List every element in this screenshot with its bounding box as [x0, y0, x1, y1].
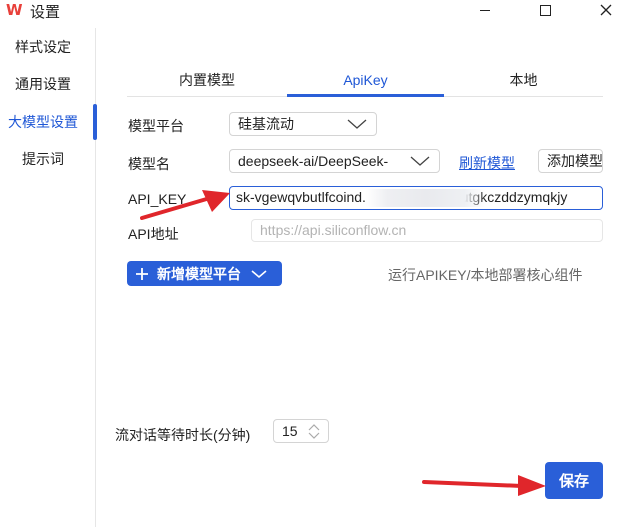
api-key-label: API_KEY	[128, 191, 187, 207]
save-button[interactable]: 保存	[545, 462, 603, 499]
sidebar-item-label: 提示词	[22, 151, 64, 167]
chevron-down-icon	[410, 156, 430, 166]
sidebar: 样式设定 通用设置 大模型设置 提示词	[0, 28, 97, 527]
minimize-icon	[480, 9, 490, 11]
tab-apikey[interactable]: ApiKey	[287, 62, 444, 97]
platform-select-value: 硅基流动	[238, 116, 294, 132]
wait-duration-stepper[interactable]: 15	[273, 419, 329, 443]
sidebar-item-label: 样式设定	[15, 39, 71, 55]
add-model-button[interactable]: 添加模型	[538, 149, 603, 173]
tab-local[interactable]: 本地	[444, 62, 603, 97]
sidebar-item-llm[interactable]: 大模型设置	[0, 104, 97, 140]
minimize-button[interactable]	[465, 0, 505, 20]
sidebar-item-general[interactable]: 通用设置	[0, 66, 96, 102]
title-bar: W 设置	[0, 0, 633, 22]
close-button[interactable]	[586, 0, 626, 20]
model-name-value: deepseek-ai/DeepSeek-	[238, 153, 389, 169]
wait-duration-value: 15	[282, 423, 298, 439]
platform-label: 模型平台	[128, 118, 184, 134]
api-url-label: API地址	[128, 226, 179, 242]
chevron-down-icon	[251, 269, 267, 278]
refresh-models-link[interactable]: 刷新模型	[459, 153, 515, 173]
core-component-hint: 运行APIKEY/本地部署核心组件	[388, 267, 583, 283]
model-name-label: 模型名	[128, 156, 170, 172]
sidebar-item-label: 大模型设置	[8, 114, 78, 130]
add-platform-button[interactable]: 新增模型平台	[127, 261, 282, 286]
tab-builtin-model[interactable]: 内置模型	[127, 62, 287, 97]
window-title: 设置	[30, 4, 61, 21]
redaction-blur	[366, 189, 486, 207]
sidebar-item-prompts[interactable]: 提示词	[0, 141, 96, 177]
sidebar-item-label: 通用设置	[15, 76, 71, 92]
api-key-value-start: sk-vgewqvbutlfcoind.	[236, 189, 366, 205]
chevron-down-icon	[347, 119, 367, 129]
sidebar-item-style[interactable]: 样式设定	[0, 29, 96, 65]
plus-icon	[136, 267, 148, 280]
maximize-button[interactable]	[525, 0, 565, 20]
model-name-select[interactable]: deepseek-ai/DeepSeek-	[229, 149, 440, 173]
close-icon	[600, 4, 612, 16]
api-key-input[interactable]: sk-vgewqvbutlfcoind. ozzsutgkczddzymqkjy	[229, 186, 603, 210]
wait-duration-label: 流对话等待时长(分钟)	[115, 427, 251, 443]
stepper-arrows-icon	[308, 424, 320, 439]
active-indicator	[93, 104, 97, 140]
tab-active-underline	[287, 94, 444, 97]
add-platform-label: 新增模型平台	[157, 265, 241, 282]
maximize-icon	[539, 4, 551, 16]
red-arrow-annotation	[422, 475, 546, 496]
api-url-input[interactable]: https://api.siliconflow.cn	[251, 219, 603, 242]
platform-select[interactable]: 硅基流动	[229, 112, 377, 136]
tab-bar: 内置模型 ApiKey 本地	[127, 62, 603, 97]
wps-logo-icon: W	[6, 1, 23, 19]
